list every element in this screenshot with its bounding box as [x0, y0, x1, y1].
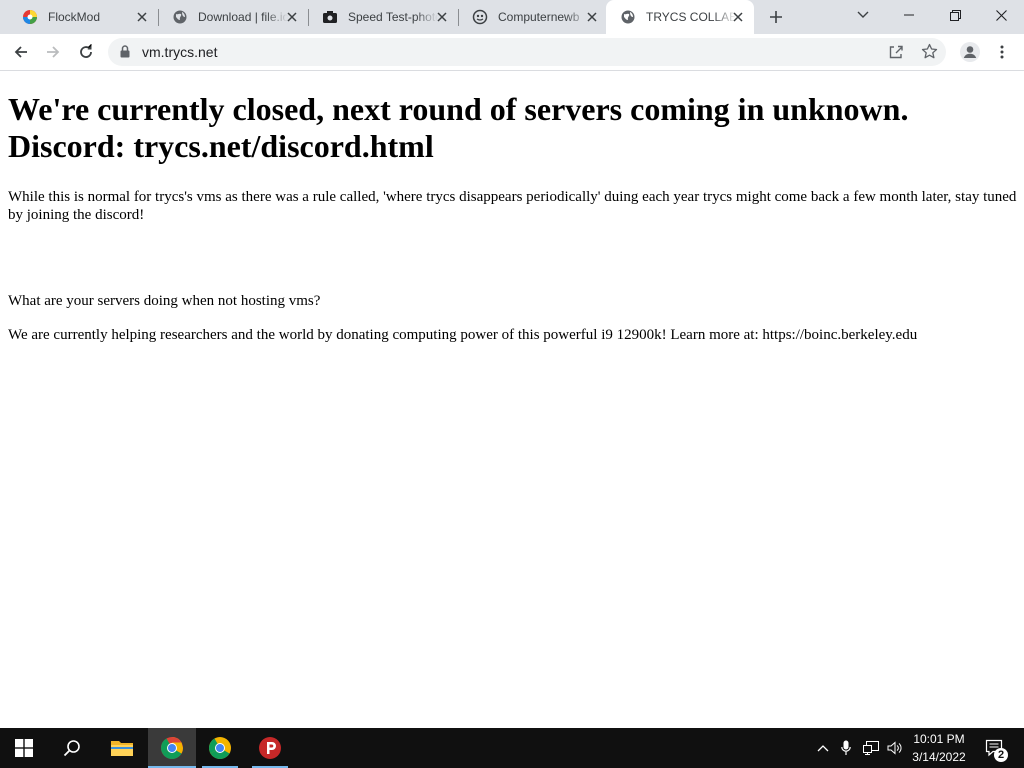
menu-button[interactable]: [988, 38, 1016, 66]
tab-flockmod[interactable]: FlockMod: [8, 0, 158, 34]
action-center-button[interactable]: 2: [978, 728, 1012, 768]
tab-speed-test[interactable]: Speed Test-photo: [308, 0, 458, 34]
address-bar[interactable]: vm.trycs.net: [108, 38, 946, 66]
windows-logo-icon: [15, 739, 33, 757]
microphone-button[interactable]: [836, 728, 856, 768]
chrome-taskbar-button[interactable]: [148, 728, 196, 768]
psiphon-icon: [259, 737, 281, 759]
search-icon: [63, 740, 80, 757]
url-text[interactable]: vm.trycs.net: [142, 38, 217, 66]
close-icon[interactable]: [730, 9, 746, 25]
tab-download-file-io[interactable]: Download | file.io: [158, 0, 308, 34]
volume-button[interactable]: [884, 728, 906, 768]
back-button[interactable]: [7, 38, 35, 66]
tab-strip: FlockMod Download | file.io Speed Test-p…: [0, 0, 1024, 34]
chrome-canary-taskbar-button[interactable]: [196, 728, 244, 768]
tab-title: Download | file.io: [198, 10, 288, 24]
network-icon: [863, 741, 879, 755]
page-content: We're currently closed, next round of se…: [0, 71, 1024, 728]
globe-icon: [172, 9, 188, 25]
info-paragraph: While this is normal for trycs's vms as …: [8, 189, 1017, 223]
chrome-icon: [209, 737, 231, 759]
page-heading: We're currently closed, next round of se…: [8, 91, 909, 164]
tab-search-button[interactable]: [840, 0, 886, 30]
restore-icon: [949, 9, 961, 21]
arrow-right-icon: [47, 46, 60, 58]
taskbar: 10:01 PM 3/14/2022 2: [0, 728, 1024, 768]
search-button[interactable]: [48, 728, 96, 768]
lock-icon[interactable]: [120, 45, 130, 63]
minimize-icon: [904, 14, 914, 16]
camera-icon: [322, 9, 338, 25]
tab-title: FlockMod: [48, 10, 101, 24]
close-window-button[interactable]: [978, 0, 1024, 30]
browser-toolbar: vm.trycs.net: [0, 34, 1024, 71]
forward-button[interactable]: [39, 38, 67, 66]
globe-icon: [620, 9, 636, 25]
tab-trycs-collabvm[interactable]: TRYCS COLLABVM: [606, 0, 754, 34]
tab-computernewb[interactable]: Computernewb: [458, 0, 608, 34]
start-button[interactable]: [0, 728, 48, 768]
reload-icon: [80, 44, 92, 58]
microphone-icon: [841, 740, 851, 755]
kebab-menu-icon: [1000, 45, 1004, 59]
arrow-left-icon: [14, 46, 27, 58]
profile-button[interactable]: [956, 38, 984, 66]
chevron-down-icon: [857, 11, 869, 18]
network-button[interactable]: [860, 728, 882, 768]
question-text: What are your servers doing when not hos…: [8, 293, 321, 309]
answer-text: We are currently helping researchers and…: [8, 327, 918, 343]
bookmark-star-icon[interactable]: [921, 43, 938, 65]
plus-icon: [770, 11, 782, 23]
close-icon[interactable]: [284, 9, 300, 25]
avatar-icon: [960, 42, 980, 62]
chrome-icon: [161, 737, 183, 759]
clock-time: 10:01 PM: [913, 732, 965, 746]
close-icon[interactable]: [584, 9, 600, 25]
close-icon[interactable]: [434, 9, 450, 25]
chevron-up-icon: [817, 745, 829, 752]
tab-title: Speed Test-photo: [348, 10, 438, 24]
close-icon: [995, 9, 1007, 21]
clock[interactable]: 10:01 PM 3/14/2022: [906, 730, 972, 766]
reload-button[interactable]: [72, 38, 100, 66]
file-explorer-button[interactable]: [98, 728, 146, 768]
clock-date: 3/14/2022: [912, 750, 966, 764]
restore-button[interactable]: [932, 0, 978, 30]
new-tab-button[interactable]: [760, 3, 792, 31]
notification-count-badge: 2: [994, 748, 1008, 762]
tab-title: Computernewb: [498, 10, 580, 24]
tab-title: TRYCS COLLABVM: [646, 10, 736, 24]
speaker-icon: [887, 741, 902, 755]
share-icon[interactable]: [888, 44, 904, 65]
psiphon-taskbar-button[interactable]: [246, 728, 294, 768]
computernewb-icon: [472, 9, 488, 25]
flockmod-icon: [22, 9, 38, 25]
folder-icon: [111, 741, 133, 756]
show-hidden-icons-button[interactable]: [812, 728, 834, 768]
minimize-button[interactable]: [886, 0, 932, 30]
close-icon[interactable]: [134, 9, 150, 25]
